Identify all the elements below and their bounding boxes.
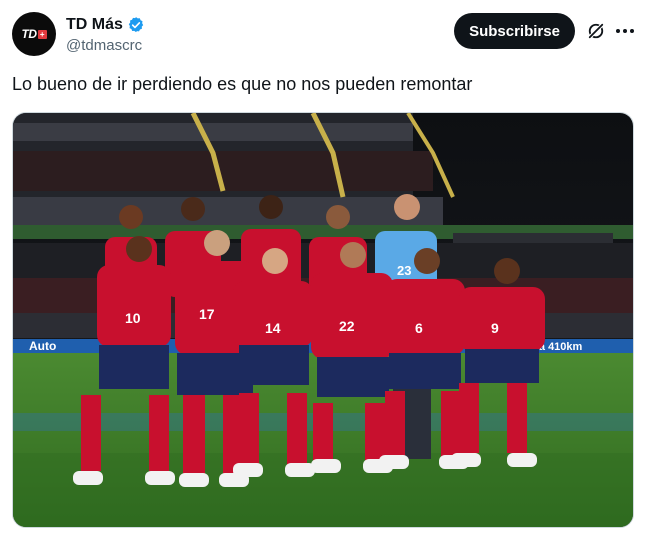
author-display-name[interactable]: TD Más bbox=[66, 16, 123, 34]
jersey-17: 17 bbox=[199, 306, 215, 322]
team-photo: Auto de a 410km 23 10 17 14 22 6 9 bbox=[13, 113, 633, 527]
subscribe-button[interactable]: Subscribirse bbox=[454, 13, 575, 49]
more-icon[interactable] bbox=[615, 21, 635, 41]
author-block: TD Más @tdmascrc bbox=[66, 15, 145, 54]
avatar-logo: TD + bbox=[22, 27, 47, 41]
board-text-left: Auto bbox=[29, 339, 56, 353]
avatar[interactable]: TD + bbox=[12, 12, 56, 56]
jersey-6: 6 bbox=[415, 320, 423, 336]
post-header: TD + TD Más @tdmascrc Subscribirse bbox=[12, 12, 640, 58]
author-handle[interactable]: @tdmascrc bbox=[66, 37, 145, 54]
post-image[interactable]: Auto de a 410km 23 10 17 14 22 6 9 bbox=[12, 112, 634, 528]
verified-badge-icon[interactable] bbox=[127, 16, 145, 34]
grok-icon[interactable] bbox=[586, 21, 606, 41]
keeper-number: 23 bbox=[397, 263, 411, 278]
jersey-9: 9 bbox=[491, 320, 499, 336]
jersey-14: 14 bbox=[265, 320, 281, 336]
jersey-10: 10 bbox=[125, 310, 141, 326]
post-text: Lo bueno de ir perdiendo es que no nos p… bbox=[12, 74, 473, 94]
jersey-22: 22 bbox=[339, 318, 355, 334]
